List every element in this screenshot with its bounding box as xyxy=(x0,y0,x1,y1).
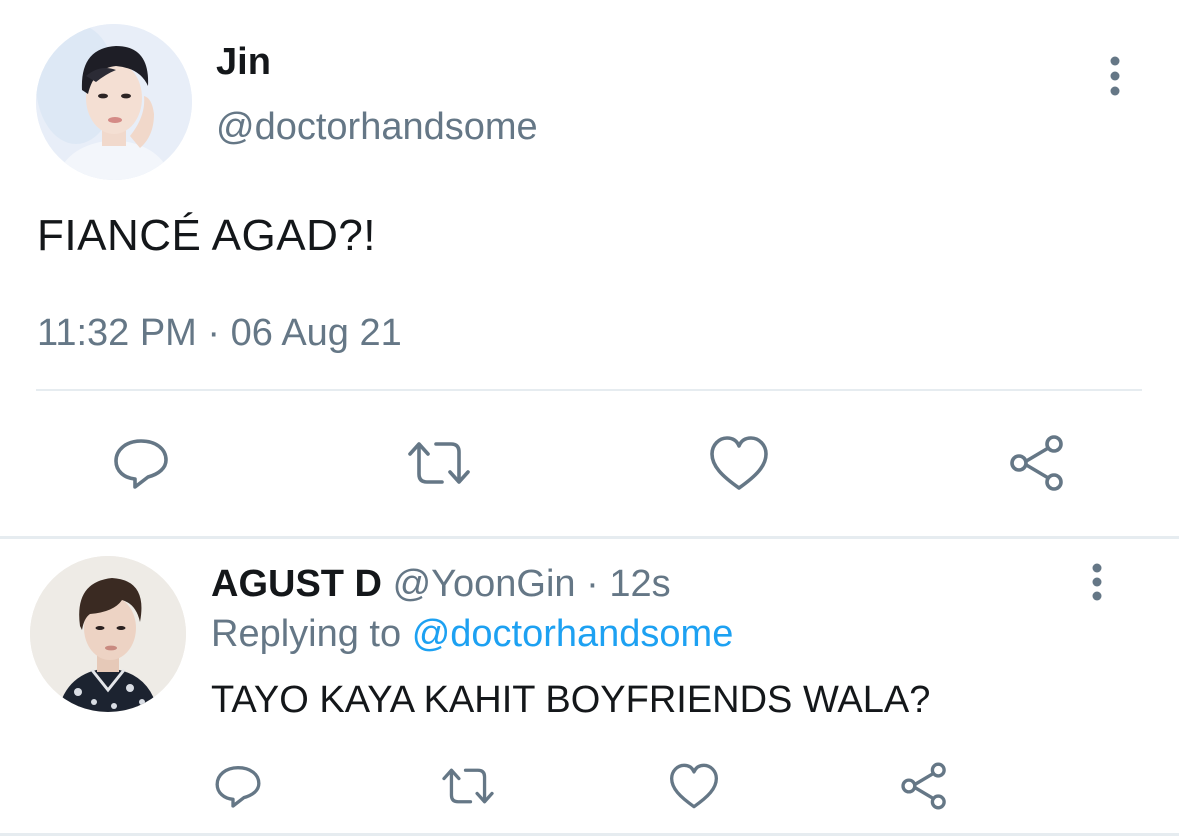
replying-to-line: Replying to @doctorhandsome xyxy=(211,610,733,658)
tweet-thread: Jin @doctorhandsome FIANCÉ AGAD?! 11:32 … xyxy=(0,0,1179,837)
divider xyxy=(36,389,1142,391)
like-icon xyxy=(710,436,768,490)
author-handle[interactable]: @YoonGin xyxy=(393,563,576,605)
author-name[interactable]: AGUST D xyxy=(211,563,382,605)
retweet-icon xyxy=(442,768,494,804)
more-vertical-icon[interactable] xyxy=(1098,52,1132,100)
reply-button[interactable] xyxy=(108,430,174,496)
avatar-image xyxy=(30,556,186,712)
divider xyxy=(0,833,1179,836)
replying-to-label: Replying to xyxy=(211,613,402,655)
reply-header: AGUST D @YoonGin · 12s xyxy=(211,560,671,608)
separator: · xyxy=(586,563,599,605)
like-button[interactable] xyxy=(706,432,772,494)
reply-button[interactable] xyxy=(210,758,266,814)
more-vertical-icon[interactable] xyxy=(1082,560,1112,604)
reply-icon xyxy=(215,766,261,808)
retweet-icon xyxy=(408,442,470,484)
share-button[interactable] xyxy=(896,758,952,814)
author-name[interactable]: Jin xyxy=(216,40,271,84)
avatar-image xyxy=(36,24,192,180)
author-handle[interactable]: @doctorhandsome xyxy=(216,104,538,150)
share-icon xyxy=(901,762,946,810)
avatar[interactable] xyxy=(36,24,192,180)
share-button[interactable] xyxy=(1004,430,1070,496)
tweet-text: FIANCÉ AGAD?! xyxy=(37,211,377,260)
tweet-time[interactable]: 12s xyxy=(609,563,670,605)
tweet-timestamp[interactable]: 11:32 PM · 06 Aug 21 xyxy=(37,310,402,356)
divider xyxy=(0,536,1179,539)
avatar[interactable] xyxy=(30,556,186,712)
share-icon xyxy=(1010,435,1063,491)
tweet-text: TAYO KAYA KAHIT BOYFRIENDS WALA? xyxy=(211,679,931,721)
retweet-button[interactable] xyxy=(438,760,498,812)
like-button[interactable] xyxy=(666,760,722,812)
reply-icon xyxy=(114,439,168,489)
like-icon xyxy=(669,763,718,809)
retweet-button[interactable] xyxy=(404,432,474,494)
replying-to-link[interactable]: @doctorhandsome xyxy=(412,613,734,655)
